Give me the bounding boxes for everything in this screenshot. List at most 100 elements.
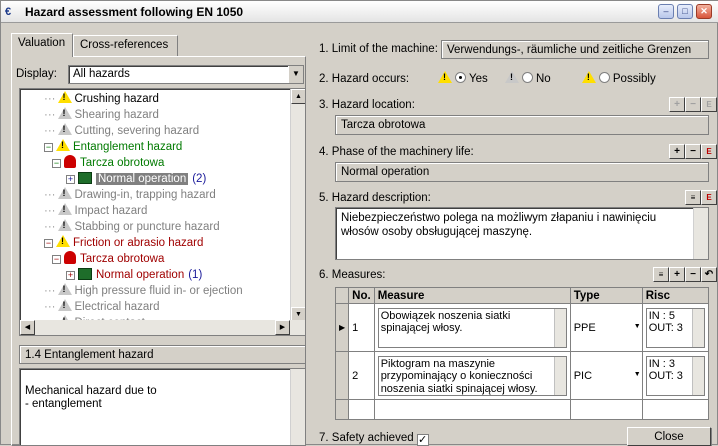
- tree-item[interactable]: ··· Cutting, severing hazard: [44, 123, 199, 139]
- edit-icon[interactable]: E: [701, 190, 717, 205]
- maximize-button[interactable]: □: [677, 4, 693, 19]
- radio-possibly[interactable]: [598, 72, 610, 83]
- radio-yes[interactable]: [455, 72, 466, 83]
- warning-grey-icon: [504, 71, 519, 83]
- app-icon: €: [5, 6, 12, 18]
- remove-icon[interactable]: −: [685, 267, 701, 282]
- scroll-left-icon[interactable]: ◀: [20, 320, 35, 335]
- measure-risc-cell[interactable]: IN : 3 OUT: 3: [641, 351, 710, 400]
- cell-scrollbar[interactable]: [553, 356, 566, 395]
- measure-type-cell[interactable]: PPE ▼: [569, 303, 643, 352]
- hazard-description-field[interactable]: Niebezpieczeństwo polega na możliwym zła…: [335, 207, 709, 260]
- tree-item-label: High pressure fluid in- or ejection: [74, 285, 243, 297]
- remove-icon[interactable]: −: [685, 144, 701, 159]
- collapse-icon[interactable]: −: [44, 143, 53, 152]
- tree-connector: ···: [44, 125, 56, 137]
- expand-icon[interactable]: +: [66, 271, 75, 280]
- tree-item[interactable]: ··· High pressure fluid in- or ejection: [44, 283, 243, 299]
- tree-item[interactable]: − Entanglement hazard: [44, 139, 182, 155]
- table-row[interactable]: 2 Piktogram na maszynie przypominający o…: [334, 351, 710, 400]
- display-select[interactable]: All hazards ▼: [68, 65, 304, 84]
- warning-icon: [57, 91, 72, 103]
- cell-scrollbar[interactable]: [553, 308, 566, 347]
- measure-text-cell[interactable]: Obowiązek noszenia siatki spinającej wło…: [373, 303, 571, 352]
- hazard-occurs-no[interactable]: No: [504, 71, 551, 85]
- explanation-scrollbar[interactable]: [290, 369, 305, 445]
- measure-type-cell[interactable]: PIC ▼: [569, 351, 643, 400]
- tree-horizontal-scrollbar[interactable]: ◀ ▶: [20, 320, 305, 335]
- remove-icon[interactable]: −: [685, 97, 701, 112]
- hazard-explanation[interactable]: Mechanical hazard due to - entanglement: [19, 368, 306, 446]
- measures-header-row: No. Measure Type Risc: [334, 287, 710, 304]
- tree-item[interactable]: + Normal operation (1): [66, 267, 202, 283]
- cell-scrollbar[interactable]: [692, 356, 704, 395]
- safety-achieved[interactable]: 7. Safety achieved ✓: [319, 432, 429, 446]
- hazard-occurs-possibly[interactable]: Possibly: [581, 71, 656, 85]
- row-indicator: [334, 399, 350, 420]
- warning-grey-icon: [57, 123, 72, 135]
- tree-item[interactable]: ··· Electrical hazard: [44, 299, 160, 315]
- tree-item[interactable]: − Tarcza obrotowa: [52, 251, 164, 267]
- hazard-occurs-label: 2. Hazard occurs:: [319, 73, 410, 85]
- minimize-button[interactable]: –: [658, 4, 674, 19]
- notes-icon[interactable]: ≡: [685, 190, 701, 205]
- table-row[interactable]: ▶ 1 Obowiązek noszenia siatki spinającej…: [334, 303, 710, 352]
- safety-achieved-checkbox[interactable]: ✓: [416, 434, 429, 446]
- chevron-down-icon[interactable]: ▼: [288, 66, 303, 83]
- edit-icon[interactable]: E: [701, 97, 717, 112]
- add-icon[interactable]: +: [669, 144, 685, 159]
- empty-cell[interactable]: [373, 399, 571, 420]
- radio-no[interactable]: [521, 72, 533, 83]
- measure-text-cell[interactable]: Piktogram na maszynie przypominający o k…: [373, 351, 571, 400]
- close-button[interactable]: Close: [627, 427, 711, 446]
- measure-no: 1: [348, 303, 375, 352]
- tab-cross-references[interactable]: Cross-references: [73, 35, 178, 57]
- tree-item[interactable]: − Friction or abrasio hazard: [44, 235, 203, 251]
- notes-icon[interactable]: ≡: [653, 267, 669, 282]
- add-icon[interactable]: +: [669, 97, 685, 112]
- col-type[interactable]: Type: [569, 287, 643, 304]
- chevron-down-icon[interactable]: ▼: [634, 323, 641, 330]
- collapse-icon[interactable]: −: [52, 255, 61, 264]
- operation-icon: [78, 268, 92, 280]
- col-measure[interactable]: Measure: [373, 287, 571, 304]
- tree-item[interactable]: ··· Crushing hazard: [44, 91, 159, 107]
- hazard-tree[interactable]: ··· Crushing hazard ··· Shearing hazard ··· C…: [19, 88, 306, 336]
- description-scrollbar[interactable]: [693, 208, 708, 259]
- measure-risc-cell[interactable]: IN : 5 OUT: 3: [641, 303, 710, 352]
- tree-item-label: Tarcza obrotowa: [80, 157, 165, 169]
- tree-item-label: Entanglement hazard: [73, 141, 183, 153]
- cell-scrollbar[interactable]: [692, 308, 704, 347]
- title-bar[interactable]: € Hazard assessment following EN 1050 – …: [1, 1, 718, 23]
- radio-yes-label: Yes: [469, 73, 488, 85]
- tree-item[interactable]: ··· Drawing-in, trapping hazard: [44, 187, 216, 203]
- table-row-empty[interactable]: [334, 399, 710, 420]
- tree-item[interactable]: ··· Shearing hazard: [44, 107, 159, 123]
- undo-icon[interactable]: ↶: [701, 267, 717, 282]
- tree-item-label: Stabbing or puncture hazard: [74, 221, 220, 233]
- hazard-assessment-window: € Hazard assessment following EN 1050 – …: [0, 0, 718, 446]
- collapse-icon[interactable]: −: [52, 159, 61, 168]
- measure-risc: IN : 3 OUT: 3: [648, 357, 683, 383]
- tree-item[interactable]: − Tarcza obrotowa: [52, 155, 164, 171]
- scroll-up-icon[interactable]: ▲: [291, 89, 305, 104]
- chevron-down-icon[interactable]: ▼: [634, 371, 641, 378]
- tree-item[interactable]: + Normal operation (2): [66, 171, 206, 187]
- add-icon[interactable]: +: [669, 267, 685, 282]
- tab-valuation[interactable]: Valuation: [11, 33, 73, 57]
- close-window-button[interactable]: ✕: [696, 4, 712, 19]
- empty-cell[interactable]: [569, 399, 643, 420]
- empty-cell[interactable]: [641, 399, 710, 420]
- hazard-occurs-yes[interactable]: Yes: [438, 71, 488, 85]
- scroll-right-icon[interactable]: ▶: [275, 320, 290, 335]
- empty-cell[interactable]: [348, 399, 375, 420]
- col-no[interactable]: No.: [348, 287, 375, 304]
- operation-icon: [78, 172, 92, 184]
- edit-icon[interactable]: E: [701, 144, 717, 159]
- tree-vertical-scrollbar[interactable]: ▲ ▼: [290, 89, 305, 322]
- expand-icon[interactable]: +: [66, 175, 75, 184]
- collapse-icon[interactable]: −: [44, 239, 53, 248]
- tree-item[interactable]: ··· Stabbing or puncture hazard: [44, 219, 220, 235]
- col-risc[interactable]: Risc: [641, 287, 710, 304]
- tree-item[interactable]: ··· Impact hazard: [44, 203, 147, 219]
